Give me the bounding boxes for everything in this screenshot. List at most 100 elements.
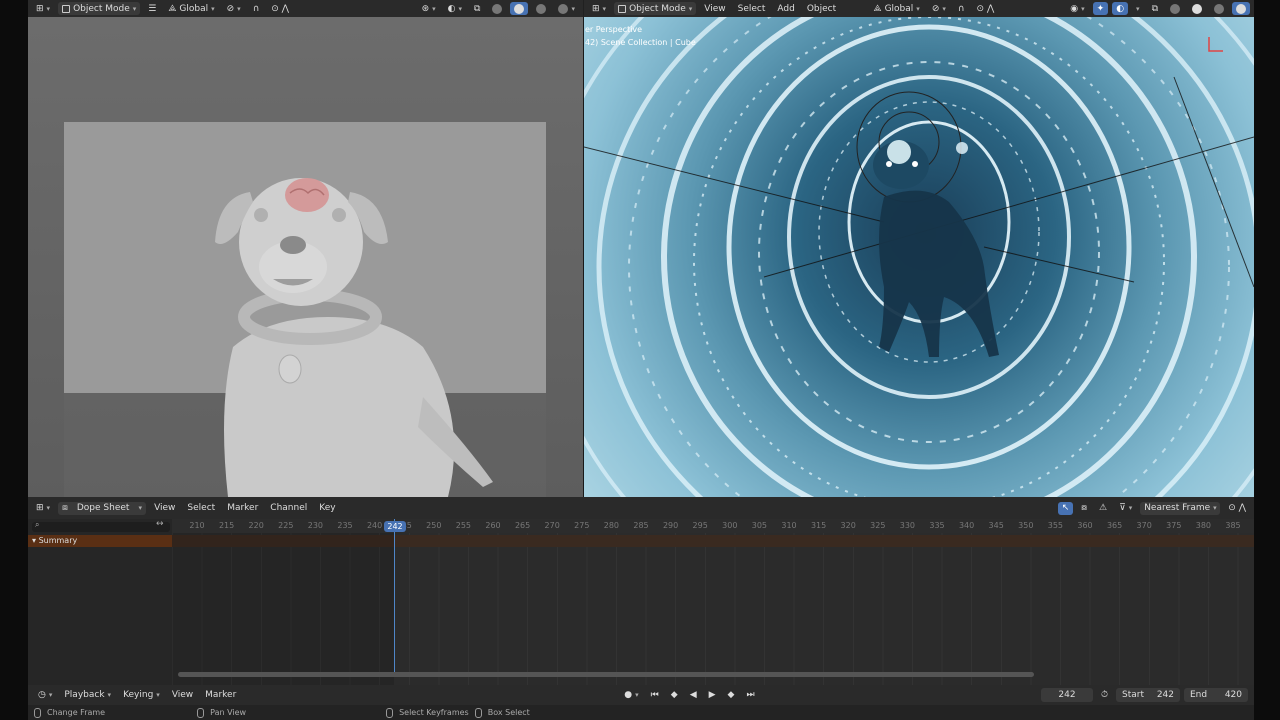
ruler-tick-label: 300 <box>722 521 738 530</box>
menu-select[interactable]: Select <box>734 4 770 14</box>
left-orientation-dropdown[interactable]: ⟁ Global ▾ <box>164 2 218 15</box>
menu-view[interactable]: View <box>700 4 729 14</box>
current-frame-indicator[interactable]: 242 <box>384 521 406 532</box>
ruler-tick-label: 310 <box>781 521 797 530</box>
overlays-icon[interactable]: ◐ ▾ <box>444 2 466 15</box>
keyframe-area[interactable] <box>172 533 1254 685</box>
menu-view[interactable]: View <box>150 503 179 513</box>
only-errors-icon[interactable]: ⚠ <box>1095 502 1111 515</box>
summary-channel[interactable]: ▾ Summary <box>28 535 172 547</box>
playhead-line[interactable] <box>394 519 395 672</box>
jump-start-icon[interactable]: ⏮ <box>647 689 663 702</box>
swap-icon[interactable]: ↔ <box>156 519 164 529</box>
mouse-left-icon <box>34 707 41 718</box>
dog-tag <box>278 354 302 384</box>
ruler-tick-label: 275 <box>574 521 590 530</box>
dope-mode-dropdown[interactable]: ⧈ Dope Sheet ▾ <box>58 501 147 515</box>
channel-search-input[interactable]: ⌕ <box>32 520 170 532</box>
ruler-tick-label: 350 <box>1018 521 1034 530</box>
timeline-marker-menu[interactable]: Marker <box>201 690 240 700</box>
dog-nose <box>280 236 306 254</box>
editor-type-button[interactable]: ⊞ ▾ <box>32 502 54 515</box>
axis-gizmo-icon <box>1208 37 1223 52</box>
object-mode-icon <box>62 4 71 13</box>
xray-toggle-icon[interactable]: ⧉ <box>470 2 484 15</box>
shading-wire-icon[interactable] <box>1166 2 1184 15</box>
play-reverse-icon[interactable]: ◀ <box>686 689 701 702</box>
start-frame-field[interactable]: Start 242 <box>1116 688 1180 702</box>
show-hidden-icon[interactable]: ⧇ <box>1077 502 1091 515</box>
menu-select[interactable]: Select <box>183 503 219 513</box>
shading-wire-icon[interactable] <box>488 2 506 15</box>
snap-magnet-icon[interactable]: ∩ <box>249 2 264 15</box>
ruler-tick-label: 360 <box>1077 521 1093 530</box>
right-mode-dropdown[interactable]: Object Mode ▾ <box>614 2 697 15</box>
prev-keyframe-icon[interactable]: ◆ <box>667 689 682 702</box>
overlays-toggle-icon[interactable]: ◐ <box>1112 2 1129 15</box>
left-mode-dropdown[interactable]: Object Mode ▾ <box>58 2 141 15</box>
editor-type-button[interactable]: ⊞ ▾ <box>32 2 54 15</box>
ruler-tick-label: 355 <box>1047 521 1064 530</box>
gizmo-visibility-icon[interactable]: ⊛ ▾ <box>418 2 440 15</box>
ruler-tick-label: 230 <box>307 521 324 530</box>
right-viewport-header: ⊞ ▾ Object Mode ▾ View Select Add Object ⟁… <box>584 0 1254 17</box>
next-keyframe-icon[interactable]: ◆ <box>724 689 739 702</box>
menu-channel[interactable]: Channel <box>266 503 311 513</box>
proportional-edit-icon[interactable]: ⊙ ⋀ <box>267 2 293 15</box>
menu-add[interactable]: Add <box>773 4 798 14</box>
ruler-tick-label: 210 <box>189 521 205 530</box>
snap-magnet-icon[interactable]: ∩ <box>954 2 969 15</box>
scene-collection-label: 42) Scene Collection | Cube <box>585 38 696 47</box>
view-name-label: er Perspective <box>585 25 643 34</box>
menu-object[interactable]: Object <box>803 4 840 14</box>
ruler-tick-label: 265 <box>514 521 531 530</box>
horizontal-scrollbar[interactable] <box>178 672 1034 677</box>
shading-render-icon[interactable]: ▾ <box>554 2 579 15</box>
ruler-tick-label: 375 <box>1166 521 1182 530</box>
xray-toggle-icon[interactable]: ⧉ <box>1148 2 1162 15</box>
shading-material-icon[interactable] <box>532 2 550 15</box>
right-3d-viewport[interactable]: er Perspective 42) Scene Collection | Cu… <box>584 17 1254 497</box>
dog-sculpt-render <box>64 122 546 497</box>
left-3d-viewport[interactable] <box>28 17 583 497</box>
frame-ruler[interactable]: 2102152202252302352402452502552602652702… <box>172 519 1254 533</box>
record-button[interactable]: ● ▾ <box>620 689 642 702</box>
visibility-icon[interactable]: ◉ ▾ <box>1066 2 1088 15</box>
eye-glow-left <box>886 161 892 167</box>
right-letterbox <box>1254 0 1280 720</box>
gizmo-toggle-icon[interactable]: ✦ <box>1092 2 1109 15</box>
keying-menu[interactable]: Keying ▾ <box>119 689 164 702</box>
pivot-icon[interactable]: ⊘ ▾ <box>223 2 245 15</box>
editor-type-button[interactable]: ⊞ ▾ <box>588 2 610 15</box>
hamburger-menu-icon[interactable]: ☰ <box>144 2 160 15</box>
play-icon[interactable]: ▶ <box>705 689 720 702</box>
ruler-tick-label: 215 <box>218 521 235 530</box>
shading-material-icon[interactable] <box>1210 2 1228 15</box>
dope-sheet-editor: ⊞ ▾ ⧈ Dope Sheet ▾ View Select Marker Chann… <box>28 497 1254 685</box>
right-orientation-dropdown[interactable]: ⟁ Global ▾ <box>870 2 924 15</box>
stopwatch-icon[interactable]: ⏱ <box>1097 689 1112 702</box>
snap-mode-dropdown[interactable]: Nearest Frame ▾ <box>1140 501 1221 515</box>
end-frame-field[interactable]: End 420 <box>1184 688 1248 702</box>
playback-menu[interactable]: Playback ▾ <box>60 689 115 702</box>
overlays-dropdown-icon[interactable]: ▾ <box>1132 2 1144 15</box>
timeline-view-menu[interactable]: View <box>168 690 197 700</box>
clock-editor-icon[interactable]: ◷ ▾ <box>34 689 56 702</box>
transform-orientation-icon: ⟁ <box>873 3 882 14</box>
proportional-edit-icon[interactable]: ⊙ ⋀ <box>1224 502 1250 515</box>
object-mode-icon <box>618 4 627 13</box>
shading-solid-icon[interactable] <box>1188 2 1206 15</box>
jump-end-icon[interactable]: ⏭ <box>742 689 758 702</box>
status-hint-change-frame: Change Frame <box>47 708 106 717</box>
menu-marker[interactable]: Marker <box>223 503 262 513</box>
pivot-icon[interactable]: ⊘ ▾ <box>928 2 950 15</box>
only-selected-icon[interactable]: ↖ <box>1057 501 1074 515</box>
shading-solid-icon[interactable] <box>510 2 529 15</box>
proportional-edit-icon[interactable]: ⊙ ⋀ <box>972 2 998 15</box>
menu-key[interactable]: Key <box>315 503 339 513</box>
filter-icon[interactable]: ⊽ ▾ <box>1115 502 1136 515</box>
shading-render-icon[interactable] <box>1232 2 1250 15</box>
ruler-tick-label: 335 <box>929 521 945 530</box>
current-frame-field[interactable]: 242 <box>1040 688 1093 702</box>
dog-eye-left <box>254 208 268 222</box>
